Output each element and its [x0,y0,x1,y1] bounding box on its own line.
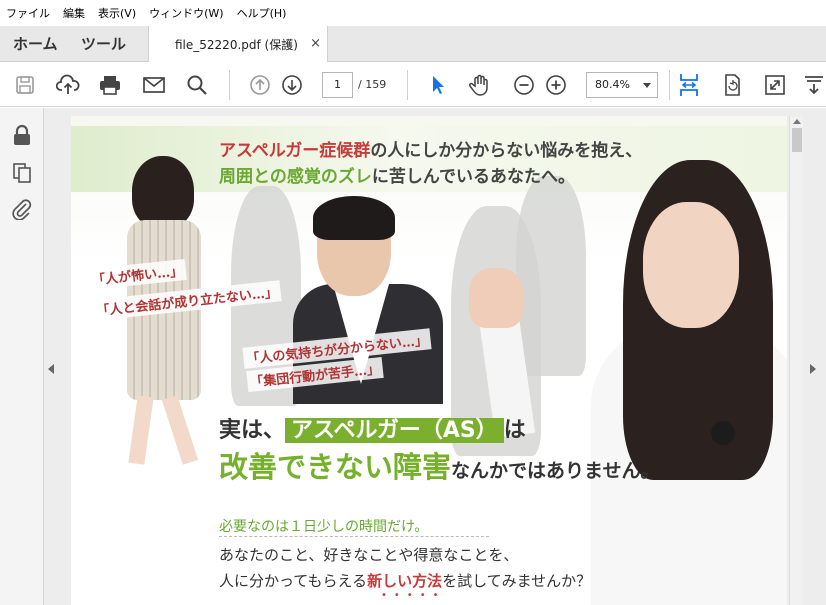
girl-figure-leg [161,395,199,465]
menu-bar: ファイル 編集 表示(V) ウィンドウ(W) ヘルプ(H) [0,0,826,26]
tab-tools[interactable]: ツール [81,26,126,62]
tab-home[interactable]: ホーム [13,26,58,62]
body-line-2: 人に分かってもらえる新しい方法を試してみませんか？ [219,570,591,591]
copy-pages-icon[interactable] [11,162,33,184]
zoom-value: 80.4% [595,78,630,91]
girl-figure-hair [132,156,194,228]
toolbar-divider [669,70,670,100]
page-number-input[interactable]: 1 [322,72,353,98]
menu-help[interactable]: ヘルプ(H) [231,5,294,21]
body-highlight: 新しい方法 [367,572,443,590]
headline-text: の人にしか分からない悩みを抱え、 [370,141,643,161]
print-icon[interactable] [97,72,123,98]
document-viewer[interactable]: アスペルガー症候群の人にしか分からない悩みを抱え、 周囲との感覚のズレに苦しんで… [44,108,826,605]
headline-highlight-red: アスペルガー症候群 [219,141,371,161]
divider [219,536,489,537]
doctor-figure-face [643,202,739,328]
toolbar: 1 / 159 80.4% [0,62,826,107]
emphasis-dots: ••••• [381,590,446,601]
lock-icon[interactable] [11,124,33,146]
scroll-up-icon[interactable] [793,119,801,124]
body-text: を試してみませんか？ [442,572,592,590]
left-pane-toggle-icon[interactable] [48,364,54,374]
email-icon[interactable] [141,72,167,98]
fullscreen-icon[interactable] [762,72,788,98]
menu-window[interactable]: ウィンドウ(W) [143,5,230,21]
zoom-select[interactable]: 80.4% [586,72,658,98]
pdf-page: アスペルガー症候群の人にしか分からない悩みを抱え、 周囲との感覚のズレに苦しんで… [71,116,787,605]
close-tab-icon[interactable]: × [310,36,321,51]
girl-figure-leg [128,395,154,465]
main-highlight-green: 改善できない障害 [219,450,452,484]
body-text: 人に分かってもらえる [219,572,368,590]
document-tab-title: file_52220.pdf (保護) [175,38,298,52]
main-text: は [503,418,526,443]
document-tab[interactable]: file_52220.pdf (保護) × [148,26,328,63]
zoom-in-icon[interactable] [543,72,569,98]
toolbar-divider [229,70,230,100]
hand-icon[interactable] [467,72,493,98]
search-icon[interactable] [184,72,210,98]
man-figure-hair [313,196,395,240]
cloud-upload-icon[interactable] [55,72,81,98]
doctor-figure-ok-hand [469,268,523,328]
main-statement-line-1: 実は、 アスペルガー（AS）は [219,412,526,444]
attachment-icon[interactable] [11,198,33,221]
select-cursor-icon[interactable] [425,72,451,98]
main-text: 実は、 [219,418,286,443]
page-total: / 159 [358,78,387,91]
vertical-scrollbar[interactable] [789,116,803,605]
background-silhouette [516,176,586,376]
page-up-icon[interactable] [247,72,273,98]
headline-text: に苦しんでいるあなたへ。 [371,167,575,187]
left-navigation-panel [0,108,44,605]
rotate-icon[interactable] [719,72,745,98]
tab-bar: ホーム ツール file_52220.pdf (保護) × [0,26,826,63]
sub-heading: 必要なのは１日少しの時間だけ。 [219,519,429,535]
save-icon[interactable] [12,72,38,98]
toolbar-divider [407,70,408,100]
stethoscope-icon [711,421,735,445]
headline-line-1: アスペルガー症候群の人にしか分からない悩みを抱え、 [219,136,642,161]
menu-edit[interactable]: 編集 [57,5,92,21]
menu-view[interactable]: 表示(V) [92,5,143,21]
body-line-1: あなたのこと、好きなことや得意なことを、 [219,546,519,564]
scroll-thumb[interactable] [792,128,802,152]
page-down-icon[interactable] [279,72,305,98]
headline-highlight-green: 周囲との感覚のズレ [219,167,372,187]
zoom-out-icon[interactable] [511,72,537,98]
menu-file[interactable]: ファイル [0,5,57,21]
highlight-box: アスペルガー（AS） [285,418,504,443]
main-statement-line-2: 改善できない障害なんかではありません。 [219,444,659,486]
headline-line-2: 周囲との感覚のズレに苦しんでいるあなたへ。 [219,162,575,187]
chevron-down-icon [643,83,651,88]
more-tools-icon[interactable] [803,72,825,98]
right-pane-toggle-icon[interactable] [810,364,816,374]
main-text: なんかではありません。 [451,460,660,482]
fit-width-icon[interactable] [676,72,702,98]
